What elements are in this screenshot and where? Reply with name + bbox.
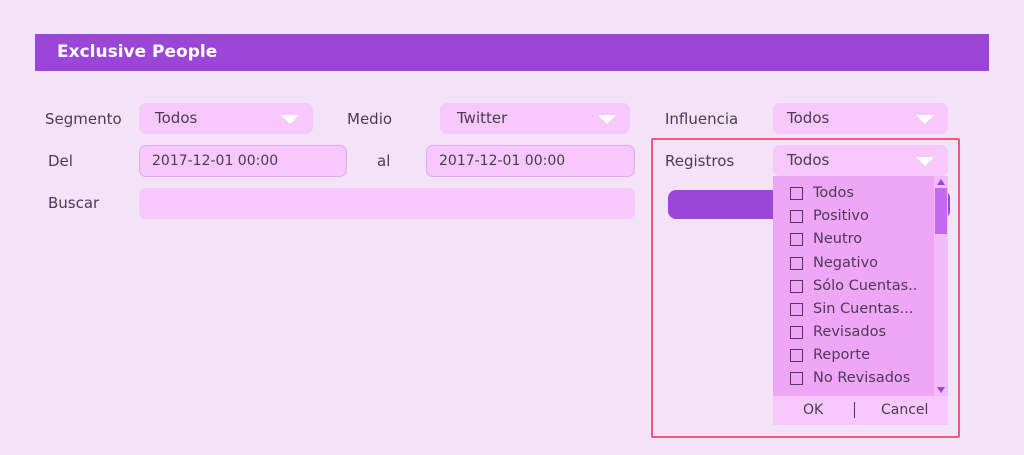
medio-label: Medio xyxy=(347,110,393,128)
checkbox[interactable] xyxy=(790,209,803,223)
option-neutro[interactable]: Neutro xyxy=(790,228,862,250)
checkbox[interactable] xyxy=(790,256,803,270)
divider xyxy=(854,402,855,418)
al-date-value: 2017-12-01 00:00 xyxy=(439,153,566,169)
influencia-select[interactable]: Todos xyxy=(773,103,948,134)
option-negativo[interactable]: Negativo xyxy=(790,252,878,274)
cancel-button[interactable]: Cancel xyxy=(881,396,928,425)
option-label: Positivo xyxy=(813,208,869,224)
del-date-value: 2017-12-01 00:00 xyxy=(152,153,279,169)
option-no-revisados[interactable]: No Revisados xyxy=(790,367,910,389)
option-label: Reporte xyxy=(813,347,870,363)
medio-select[interactable]: Twitter xyxy=(440,103,630,134)
option-reporte[interactable]: Reporte xyxy=(790,344,870,366)
option-revisados[interactable]: Revisados xyxy=(790,321,886,343)
chevron-down-icon xyxy=(916,115,934,124)
option-positivo[interactable]: Positivo xyxy=(790,205,869,227)
dropdown-footer: OK Cancel xyxy=(773,396,948,425)
checkbox[interactable] xyxy=(790,186,803,200)
influencia-value: Todos xyxy=(787,109,830,127)
segmento-label: Segmento xyxy=(45,110,122,128)
search-input[interactable] xyxy=(139,188,635,219)
option-label: Revisados xyxy=(813,324,887,340)
al-label: al xyxy=(377,152,391,170)
checkbox[interactable] xyxy=(790,348,803,362)
option-todos[interactable]: Todos xyxy=(790,182,854,204)
checkbox[interactable] xyxy=(790,371,803,385)
segmento-select[interactable]: Todos xyxy=(139,103,313,134)
del-label: Del xyxy=(48,152,73,170)
checkbox[interactable] xyxy=(790,232,803,246)
option-label: Neutro xyxy=(813,231,863,247)
option-label: Sólo Cuentas.. xyxy=(813,278,918,294)
chevron-down-icon xyxy=(598,115,616,124)
registros-options-list: Todos Positivo Neutro Negativo Sólo Cuen… xyxy=(773,176,933,396)
scroll-up-icon[interactable] xyxy=(937,179,945,185)
option-label: No Revisados xyxy=(813,370,911,386)
del-date-input[interactable]: 2017-12-01 00:00 xyxy=(139,145,347,177)
option-solo-cuentas[interactable]: Sólo Cuentas.. xyxy=(790,275,917,297)
medio-value: Twitter xyxy=(457,109,508,127)
registros-dropdown: Todos Positivo Neutro Negativo Sólo Cuen… xyxy=(773,176,948,425)
option-label: Sin Cuentas... xyxy=(813,301,914,317)
checkbox[interactable] xyxy=(790,302,803,316)
option-label: Todos xyxy=(813,185,854,201)
checkbox[interactable] xyxy=(790,325,803,339)
chevron-down-icon xyxy=(281,115,299,124)
header-bar: Exclusive People xyxy=(35,34,989,71)
option-label: Negativo xyxy=(813,255,879,271)
option-sin-cuentas[interactable]: Sin Cuentas... xyxy=(790,298,913,320)
page-title: Exclusive People xyxy=(57,42,218,62)
al-date-input[interactable]: 2017-12-01 00:00 xyxy=(426,145,635,177)
influencia-label: Influencia xyxy=(665,110,739,128)
scroll-down-icon[interactable] xyxy=(937,387,945,393)
segmento-value: Todos xyxy=(155,109,198,127)
dropdown-scrollbar[interactable] xyxy=(934,176,948,396)
checkbox[interactable] xyxy=(790,279,803,293)
scroll-thumb[interactable] xyxy=(935,188,947,234)
buscar-label: Buscar xyxy=(48,194,100,212)
ok-button[interactable]: OK xyxy=(803,396,823,425)
